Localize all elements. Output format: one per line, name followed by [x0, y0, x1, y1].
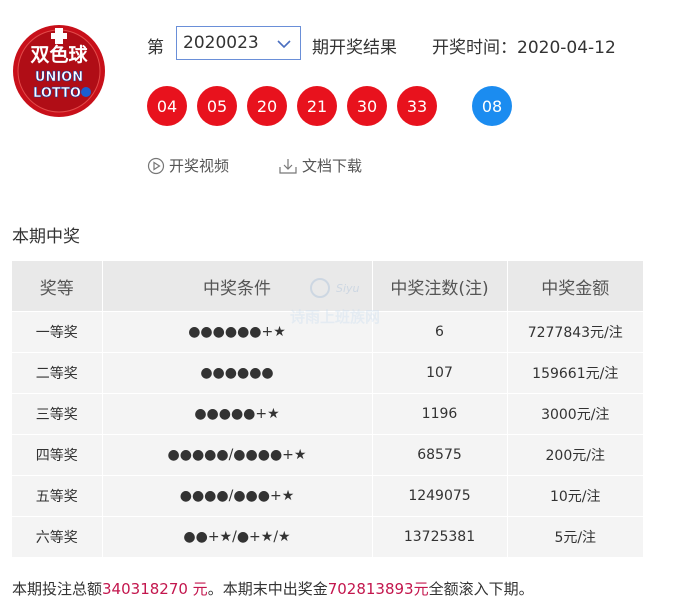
- prize-condition: ●●●●●●: [102, 352, 373, 394]
- prize-level: 四等奖: [12, 434, 103, 476]
- prize-amount: 5元/注: [507, 516, 643, 557]
- prize-condition: ●●●●●●+★: [102, 311, 373, 353]
- lottery-logo: 双色球 UNION LOTTO: [13, 25, 105, 117]
- table-row: 五等奖 ●●●●/●●●+★ 1249075 10元/注: [12, 475, 643, 517]
- logo-title: 双色球: [30, 43, 88, 66]
- red-ball: 05: [197, 86, 237, 126]
- result-label: 期开奖结果: [312, 38, 397, 58]
- download-icon: [279, 158, 297, 174]
- prize-level: 一等奖: [12, 311, 103, 353]
- prize-level: 六等奖: [12, 516, 103, 557]
- play-icon: [147, 157, 165, 174]
- prize-level: 三等奖: [12, 393, 103, 435]
- prize-condition: ●●●●/●●●+★: [102, 475, 373, 517]
- winner-count: 1249075: [372, 475, 508, 517]
- summary-middle: 。本期末中出奖金: [207, 580, 328, 598]
- prize-level: 五等奖: [12, 475, 103, 517]
- winner-count: 107: [372, 352, 508, 394]
- prize-level: 二等奖: [12, 352, 103, 394]
- prize-condition: ●●●●●/●●●●+★: [102, 434, 373, 476]
- prize-condition: ●●●●●+★: [102, 393, 373, 435]
- logo-union: UNION: [35, 70, 83, 85]
- prize-amount: 10元/注: [507, 475, 643, 517]
- winner-count: 13725381: [372, 516, 508, 557]
- column-header: 中奖金额: [507, 261, 643, 312]
- issue-select-value: 2020023: [183, 33, 259, 53]
- summary-suffix: 全额滚入下期。: [428, 580, 534, 598]
- column-header: 奖等: [12, 261, 103, 312]
- red-ball: 21: [297, 86, 337, 126]
- red-ball: 33: [397, 86, 437, 126]
- prize-amount: 159661元/注: [507, 352, 643, 394]
- column-header: 中奖注数(注): [372, 261, 508, 312]
- table-row: 四等奖 ●●●●●/●●●●+★ 68575 200元/注: [12, 434, 643, 476]
- download-link-label: 文档下载: [302, 157, 363, 175]
- column-header: 中奖条件: [102, 261, 373, 312]
- issue-select[interactable]: 2020023: [176, 26, 301, 60]
- chevron-down-icon: [277, 40, 291, 49]
- winner-count: 68575: [372, 434, 508, 476]
- prize-amount: 200元/注: [507, 434, 643, 476]
- prize-amount: 3000元/注: [507, 393, 643, 435]
- table-header-row: 奖等 中奖条件 中奖注数(注) 中奖金额: [12, 261, 643, 312]
- video-link-label: 开奖视频: [169, 157, 230, 175]
- table-row: 一等奖 ●●●●●●+★ 6 7277843元/注: [12, 311, 643, 353]
- red-ball: 30: [347, 86, 387, 126]
- winner-count: 6: [372, 311, 508, 353]
- draw-time: 开奖时间：2020-04-12: [432, 38, 616, 58]
- table-row: 六等奖 ●●+★/●+★/★ 13725381 5元/注: [12, 516, 643, 557]
- total-sales: 340318270 元: [102, 580, 208, 598]
- blue-ball: 08: [472, 86, 512, 126]
- summary-text: 本期投注总额340318270 元。本期末中出奖金702813893元全额滚入下…: [12, 578, 534, 599]
- red-ball: 20: [247, 86, 287, 126]
- logo-lotto: LOTTO: [33, 86, 81, 101]
- issue-prefix: 第: [147, 38, 164, 58]
- jackpot-pool: 702813893元: [327, 580, 429, 598]
- table-row: 三等奖 ●●●●●+★ 1196 3000元/注: [12, 393, 643, 435]
- prize-table: 奖等 中奖条件 中奖注数(注) 中奖金额 一等奖 ●●●●●●+★ 6 7277…: [12, 261, 643, 557]
- winner-count: 1196: [372, 393, 508, 435]
- section-title: 本期中奖: [12, 227, 80, 247]
- download-link[interactable]: 文档下载: [278, 155, 362, 176]
- prize-amount: 7277843元/注: [507, 311, 643, 353]
- video-link[interactable]: 开奖视频: [147, 155, 229, 176]
- summary-prefix: 本期投注总额: [12, 580, 103, 598]
- prize-condition: ●●+★/●+★/★: [102, 516, 373, 557]
- table-row: 二等奖 ●●●●●● 107 159661元/注: [12, 352, 643, 394]
- red-ball: 04: [147, 86, 187, 126]
